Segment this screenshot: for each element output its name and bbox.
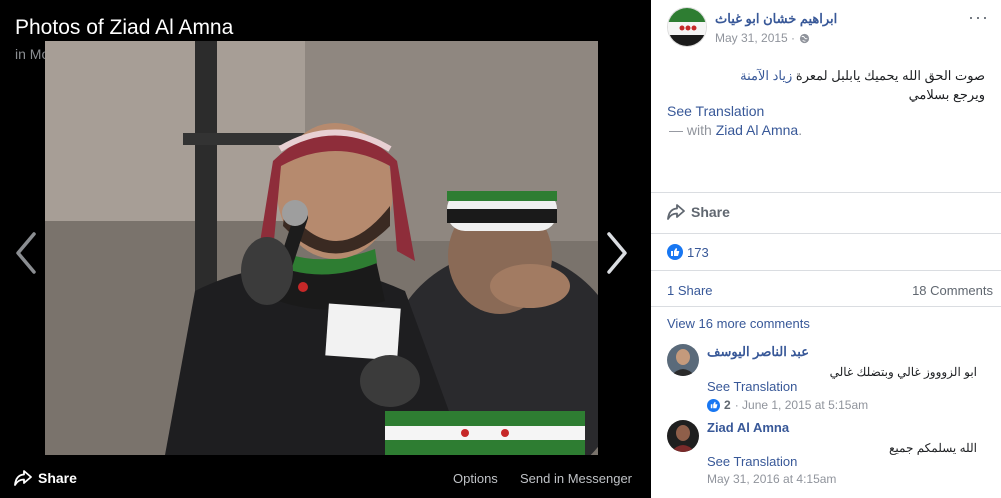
- commenter-name[interactable]: Ziad Al Amna: [707, 420, 789, 435]
- post-author-name[interactable]: ابراهيم خشان ابو غياث: [715, 11, 837, 27]
- comment-reaction-count[interactable]: 2: [724, 398, 731, 412]
- comment-see-translation-link[interactable]: See Translation: [707, 454, 797, 469]
- viewer-title: Photos of Ziad Al Amna: [15, 16, 234, 39]
- post-panel: ابراهيم خشان ابو غياث May 31, 2015 · ···…: [651, 0, 1001, 498]
- comment-text: ابو الزوووز غالي وبتضلك غالي: [829, 365, 977, 379]
- next-photo-button[interactable]: [603, 230, 631, 276]
- comment-count-link[interactable]: 18 Comments: [912, 283, 993, 298]
- photo-viewer: Photos of Ziad Al Amna in Mobile Uploads: [0, 0, 651, 498]
- viewer-share-button[interactable]: Share: [14, 470, 77, 486]
- with-prefix: — with: [669, 122, 712, 138]
- author-avatar[interactable]: [667, 7, 707, 47]
- send-in-messenger-button[interactable]: Send in Messenger: [520, 471, 632, 486]
- view-more-comments-link[interactable]: View 16 more comments: [667, 316, 810, 331]
- reaction-count[interactable]: 173: [667, 244, 709, 260]
- post-text-line-1: صوت الحق الله يحميك يابلبل لمعرة زياد ال…: [667, 66, 985, 85]
- post-see-translation-link[interactable]: See Translation: [667, 103, 764, 119]
- commenter-name[interactable]: عبد الناصر اليوسف: [707, 344, 809, 360]
- comment-item: Ziad Al Amna الله يسلمكم جميع See Transl…: [667, 420, 997, 490]
- post-text-prefix: صوت الحق الله يحميك يابلبل لمعرة: [795, 68, 985, 83]
- main-photo[interactable]: [45, 41, 598, 455]
- post-date[interactable]: May 31, 2015 ·: [715, 31, 795, 45]
- divider: [651, 233, 1001, 234]
- chevron-left-icon: [16, 232, 36, 274]
- comment-timestamp[interactable]: · June 1, 2015 at 5:15am: [735, 398, 868, 412]
- viewer-footer: Share Options Send in Messenger: [0, 462, 651, 498]
- viewer-options-button[interactable]: Options: [453, 471, 498, 486]
- post-share-label: Share: [691, 204, 730, 220]
- like-icon: [667, 244, 683, 260]
- divider: [651, 192, 1001, 193]
- like-count: 173: [687, 244, 709, 260]
- tagged-with-line: — with Ziad Al Amna.: [669, 122, 802, 138]
- share-arrow-icon: [667, 204, 685, 220]
- post-tag-link[interactable]: زياد الآمنة: [740, 68, 792, 83]
- post-share-button[interactable]: Share: [667, 204, 730, 220]
- divider: [651, 306, 1001, 307]
- share-arrow-icon: [14, 470, 32, 486]
- comment-timestamp[interactable]: May 31, 2016 at 4:15am: [707, 472, 836, 486]
- comment-item: عبد الناصر اليوسف ابو الزوووز غالي وبتضل…: [667, 344, 997, 414]
- comment-see-translation-link[interactable]: See Translation: [707, 379, 797, 394]
- commenter-avatar[interactable]: [667, 420, 699, 452]
- share-count-link[interactable]: 1 Share: [667, 283, 713, 298]
- comment-text: الله يسلمكم جميع: [889, 441, 977, 455]
- globe-icon[interactable]: [799, 33, 810, 44]
- divider: [651, 270, 1001, 271]
- comment-meta: 2 · June 1, 2015 at 5:15am: [707, 398, 868, 412]
- post-date-row: May 31, 2015 ·: [715, 31, 810, 45]
- tagged-person-link[interactable]: Ziad Al Amna: [716, 122, 799, 138]
- comment-meta: May 31, 2016 at 4:15am: [707, 472, 836, 486]
- viewer-share-label: Share: [38, 470, 77, 486]
- previous-photo-button[interactable]: [12, 230, 40, 276]
- with-suffix: .: [798, 122, 803, 138]
- commenter-avatar[interactable]: [667, 344, 699, 376]
- post-more-options-button[interactable]: ···: [968, 7, 989, 28]
- post-text: صوت الحق الله يحميك يابلبل لمعرة زياد ال…: [667, 66, 985, 104]
- post-header: ابراهيم خشان ابو غياث May 31, 2015 · ···: [667, 7, 997, 47]
- chevron-right-icon: [607, 232, 627, 274]
- like-icon: [707, 398, 720, 412]
- post-text-line-2: ويرجع بسلامي: [908, 87, 985, 102]
